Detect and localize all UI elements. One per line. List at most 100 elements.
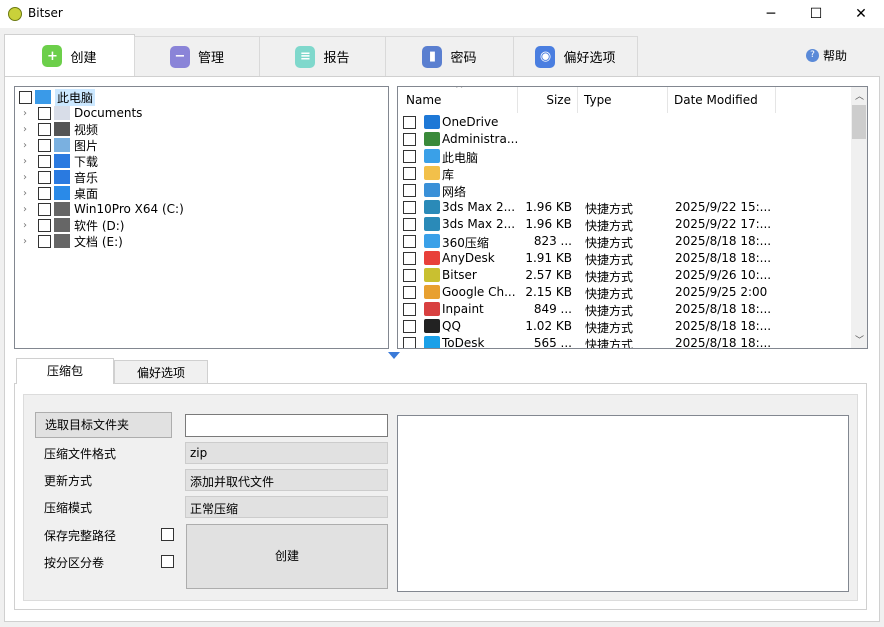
scroll-down-icon[interactable]: ﹀ [855,333,864,346]
tree-label: 下载 [74,154,99,169]
file-row[interactable]: 库 [398,165,850,182]
file-type: 快捷方式 [585,338,634,349]
drive-icon [54,234,70,248]
chevron-right-icon[interactable]: › [19,236,31,247]
chevron-right-icon[interactable]: › [19,204,31,215]
row-checkbox[interactable] [403,201,416,214]
row-checkbox[interactable] [403,167,416,180]
file-row[interactable]: Google Ch... 2.15 KB 快捷方式 2025/9/25 2:00 [398,284,850,301]
tab-preferences[interactable]: ◉ 偏好选项 [513,36,638,76]
scroll-up-icon[interactable]: ︿ [855,89,864,102]
create-button[interactable]: 创建 [186,524,388,589]
chevron-right-icon[interactable]: › [19,172,31,183]
update-mode-select[interactable]: 添加并取代文件 [185,469,388,491]
row-checkbox[interactable] [403,269,416,282]
tab-report[interactable]: ≡ 报告 [259,36,386,76]
file-row[interactable]: Inpaint 849 ... 快捷方式 2025/8/18 18:... [398,301,850,318]
chevron-right-icon[interactable]: › [19,188,31,199]
file-list-scrollbar[interactable]: ︿ ﹀ [851,87,867,348]
compression-mode-select[interactable]: 正常压缩 [185,496,388,518]
chevron-right-icon[interactable]: › [19,220,31,231]
row-checkbox[interactable] [403,184,416,197]
tree-checkbox[interactable] [38,170,51,184]
column-header[interactable]: Type [578,87,668,113]
tree-checkbox[interactable] [38,234,51,248]
file-row[interactable]: Administra... [398,131,850,148]
tree-checkbox[interactable] [38,106,51,120]
tab-archive[interactable]: 压缩包 [16,358,114,384]
file-row[interactable]: AnyDesk 1.91 KB 快捷方式 2025/8/18 18:... [398,250,850,267]
tree-checkbox[interactable] [38,122,51,136]
tree-checkbox[interactable] [38,186,51,200]
row-checkbox[interactable] [403,116,416,129]
tree-item[interactable]: › 软件 (D:) [19,217,124,233]
tree-item[interactable]: › Win10Pro X64 (C:) [19,201,184,217]
tree-item[interactable]: › 视频 [19,121,98,137]
split-volume-checkbox[interactable] [161,555,174,568]
tree-checkbox[interactable] [19,90,32,104]
tab-key[interactable]: ▮ 密码 [385,36,514,76]
tree-checkbox[interactable] [38,138,51,152]
tab-label: 创建 [70,50,97,66]
file-row[interactable]: 此电脑 [398,148,850,165]
row-checkbox[interactable] [403,133,416,146]
file-row[interactable]: 3ds Max 2... 1.96 KB 快捷方式 2025/9/22 17:.… [398,216,850,233]
file-date: 2025/9/26 10:... [675,268,772,282]
tree-item[interactable]: › 文档 (E:) [19,233,123,249]
tree-item[interactable]: › 图片 [19,137,98,153]
tree-checkbox[interactable] [38,154,51,168]
chevron-right-icon[interactable]: › [19,156,31,167]
file-size: 1.96 KB [525,217,572,231]
tree-label: 视频 [74,122,99,137]
target-folder-input[interactable] [185,414,388,437]
column-header[interactable]: Size [518,87,578,113]
folder-tree[interactable]: 此电脑 › Documents › 视频 › 图片 › 下载 › 音乐 › 桌面 › Win10Pro X6… [14,86,389,349]
file-row[interactable]: OneDrive [398,114,850,131]
file-row[interactable]: ToDesk 565 ... 快捷方式 2025/8/18 18:... [398,335,850,349]
format-select[interactable]: zip [185,442,388,464]
tree-item[interactable]: 此电脑 [19,88,96,106]
row-checkbox[interactable] [403,337,416,348]
file-name: 此电脑 [442,151,479,165]
select-target-folder-button[interactable]: 选取目标文件夹 [35,412,172,438]
minimize-button[interactable]: ─ [748,0,794,28]
column-header[interactable]: Date Modified [668,87,776,113]
row-checkbox[interactable] [403,303,416,316]
file-row[interactable]: 360压缩 823 ... 快捷方式 2025/8/18 18:... [398,233,850,250]
chevron-right-icon[interactable]: › [19,108,31,119]
chevron-right-icon[interactable]: › [19,140,31,151]
tree-item[interactable]: › 音乐 [19,169,98,185]
file-type: 快捷方式 [585,287,634,301]
tree-item[interactable]: › 桌面 [19,185,98,201]
row-checkbox[interactable] [403,320,416,333]
file-row[interactable]: Bitser 2.57 KB 快捷方式 2025/9/26 10:... [398,267,850,284]
file-row[interactable]: 网络 [398,182,850,199]
scrollbar-thumb[interactable] [852,105,866,139]
file-row[interactable]: 3ds Max 2... 1.96 KB 快捷方式 2025/9/22 15:.… [398,199,850,216]
tab-plus[interactable]: + 创建 [4,34,135,77]
file-list[interactable]: Name Size Type Date Modified ^ OneDrive Admi… [397,86,868,349]
help-button[interactable]: ? 帮助 [806,47,847,64]
tree-checkbox[interactable] [38,218,51,232]
tab-minus[interactable]: − 管理 [134,36,260,76]
tree-checkbox[interactable] [38,202,51,216]
drive-icon [54,218,70,232]
tree-item[interactable]: › 下载 [19,153,98,169]
row-checkbox[interactable] [403,150,416,163]
row-checkbox[interactable] [403,235,416,248]
picture-icon [54,138,70,152]
row-checkbox[interactable] [403,252,416,265]
splitter-arrow-icon[interactable] [388,352,400,359]
row-checkbox[interactable] [403,286,416,299]
tree-item[interactable]: › Documents [19,105,142,121]
log-textarea[interactable] [397,415,849,592]
chevron-right-icon[interactable]: › [19,124,31,135]
row-checkbox[interactable] [403,218,416,231]
maximize-button[interactable]: ☐ [793,0,839,28]
file-row[interactable]: QQ 1.02 KB 快捷方式 2025/8/18 18:... [398,318,850,335]
tab-preferences[interactable]: 偏好选项 [114,360,208,384]
file-date: 2025/9/25 2:00 [675,285,768,299]
full-path-checkbox[interactable] [161,528,174,541]
close-button[interactable]: ✕ [838,0,884,28]
file-size: 2.57 KB [525,268,572,282]
